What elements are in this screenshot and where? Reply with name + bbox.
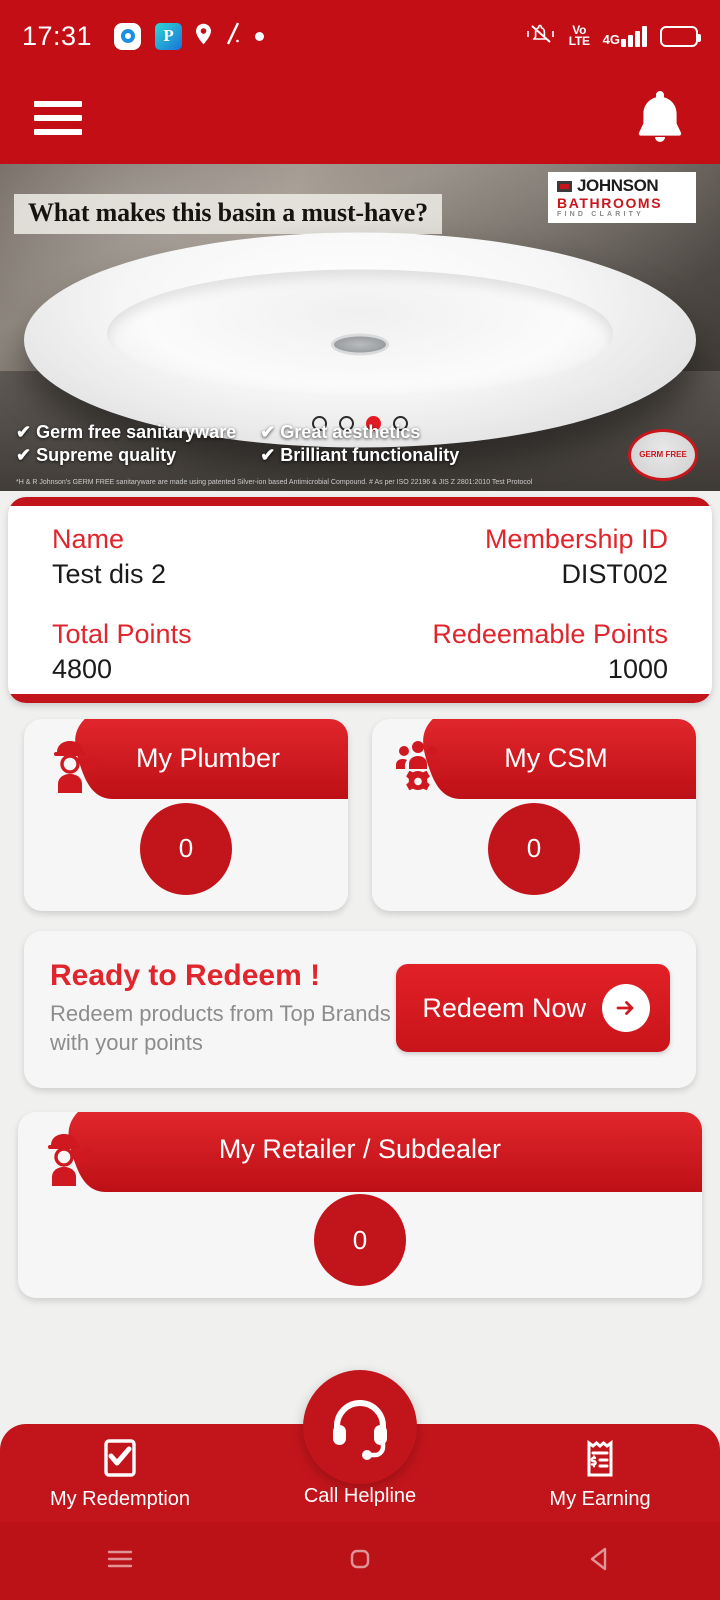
tile-count-badge[interactable]: 0 <box>488 802 580 895</box>
membership-id-value: DIST002 <box>561 558 668 589</box>
bottom-nav-label: Call Helpline <box>303 1485 417 1507</box>
banner-headline-text: What makes this basin a must-have? <box>28 198 428 227</box>
tile-my-plumber[interactable]: My Plumber 0 <box>24 718 348 911</box>
banner-feature-item: Germ free sanitaryware <box>36 421 237 442</box>
bottom-nav-item-my-redemption[interactable]: My Redemption <box>0 1424 240 1522</box>
media-app-icon <box>114 22 142 50</box>
tile-title: My Retailer / Subdealer <box>218 1134 502 1165</box>
banner-feature-column-left: ✔ Germ free sanitaryware ✔ Supreme quality <box>16 421 236 467</box>
logo-tagline-text: FIND CLARITY <box>557 210 645 218</box>
johnson-bathrooms-logo: JOHNSON BATHROOMS FIND CLARITY <box>548 172 696 223</box>
home-icon[interactable] <box>343 1542 377 1581</box>
status-bar-notification-icons: P <box>114 21 265 51</box>
tile-count-badge[interactable]: 0 <box>140 802 232 895</box>
redeem-now-button[interactable]: Redeem Now <box>396 964 670 1053</box>
name-value: Test dis 2 <box>52 558 167 589</box>
info-cell-name: Name Test dis 2 <box>52 523 166 592</box>
redeem-text-block: Ready to Redeem ! Redeem products from T… <box>50 959 396 1058</box>
redeem-subtitle: Redeem products from Top Brands with you… <box>50 1000 391 1056</box>
membership-id-label: Membership ID <box>484 524 668 554</box>
status-bar-time: 17:31 <box>22 20 93 51</box>
check-icon: ✔ <box>260 444 276 465</box>
recent-apps-icon[interactable] <box>103 1542 137 1581</box>
logo-brand-text: JOHNSON <box>577 176 659 195</box>
redeemable-points-value: 1000 <box>607 653 668 684</box>
tile-title: My Plumber <box>135 742 281 773</box>
info-cell-redeemable-points: Redeemable Points 1000 <box>432 618 668 687</box>
status-bar-system-icons: Vo LTE 4G <box>526 22 701 51</box>
location-pin-icon <box>196 23 212 50</box>
redeem-title: Ready to Redeem ! <box>50 958 321 992</box>
ready-to-redeem-card: Ready to Redeem ! Redeem products from T… <box>24 930 696 1089</box>
app-bar <box>0 72 720 164</box>
banner-headline: What makes this basin a must-have? <box>14 194 442 234</box>
payment-app-icon: P <box>155 22 183 50</box>
back-icon[interactable] <box>583 1542 617 1581</box>
status-bar: 17:31 P Vo LTE 4G <box>0 0 720 72</box>
redeem-now-label: Redeem Now <box>422 992 586 1023</box>
tile-row: My Plumber 0 My CSM 0 <box>24 718 696 911</box>
name-label: Name <box>52 524 125 554</box>
info-cell-total-points: Total Points 4800 <box>52 618 192 687</box>
system-navigation-bar <box>0 1522 720 1600</box>
checklist-icon <box>104 1439 136 1477</box>
info-cell-membership-id: Membership ID DIST002 <box>485 523 668 592</box>
tile-count-badge[interactable]: 0 <box>314 1194 406 1287</box>
total-points-label: Total Points <box>52 618 192 649</box>
bottom-nav-item-my-earning[interactable]: My Earning <box>480 1424 720 1522</box>
logo-mark-icon <box>557 180 572 192</box>
banner-feature-list: ✔ Germ free sanitaryware ✔ Supreme quality… <box>16 421 459 467</box>
bell-icon[interactable] <box>634 87 686 150</box>
info-row: Total Points 4800 Redeemable Points 1000 <box>52 618 668 687</box>
banner-feature-item: Great aesthetics <box>280 421 421 442</box>
tile-my-csm[interactable]: My CSM 0 <box>372 718 696 911</box>
call-helpline-fab-button[interactable] <box>303 1370 417 1484</box>
tile-title: My CSM <box>504 742 608 773</box>
tile-my-retailer-subdealer[interactable]: My Retailer / Subdealer 0 <box>18 1112 702 1299</box>
member-info-card: Name Test dis 2 Membership ID DIST002 To… <box>8 497 712 703</box>
banner-feature-item: Brilliant functionality <box>280 444 460 465</box>
total-points-value: 4800 <box>52 653 113 684</box>
headset-icon <box>333 1400 387 1460</box>
banner-feature-column-right: ✔ Great aesthetics ✔ Brilliant functionali… <box>260 421 459 467</box>
app-screen: 17:31 P Vo LTE 4G JOHNSON BATHROOMS FIND… <box>0 0 720 1600</box>
dot-icon <box>255 31 265 41</box>
logo-sub-text: BATHROOMS <box>557 195 663 211</box>
check-icon: ✔ <box>260 421 276 442</box>
bottom-nav-label: My Earning <box>549 1488 651 1510</box>
signal-4g-icon: 4G <box>603 25 647 47</box>
slash-icon <box>225 21 241 51</box>
basin-drain <box>331 333 389 356</box>
arrow-right-icon <box>602 984 650 1033</box>
bottom-navigation-area: My Redemption Call Helpline My Earning <box>0 1370 720 1600</box>
promo-banner-carousel[interactable]: JOHNSON BATHROOMS FIND CLARITY What make… <box>0 164 720 491</box>
info-row: Name Test dis 2 Membership ID DIST002 <box>52 523 668 592</box>
receipt-dollar-icon <box>587 1440 613 1477</box>
banner-disclaimer: *H & R Johnson's GERM FREE sanitaryware … <box>16 478 533 486</box>
redeemable-points-label: Redeemable Points <box>432 618 668 649</box>
hamburger-menu-icon[interactable] <box>34 101 82 135</box>
germ-free-seal-icon: GERM FREE <box>628 429 698 481</box>
silent-mode-icon <box>526 22 556 51</box>
volte-icon: Vo LTE <box>568 22 590 48</box>
banner-feature-item: Supreme quality <box>36 444 177 465</box>
battery-icon <box>660 25 701 47</box>
bottom-nav-label: My Redemption <box>49 1488 191 1510</box>
check-icon: ✔ <box>16 444 32 465</box>
check-icon: ✔ <box>16 421 32 442</box>
